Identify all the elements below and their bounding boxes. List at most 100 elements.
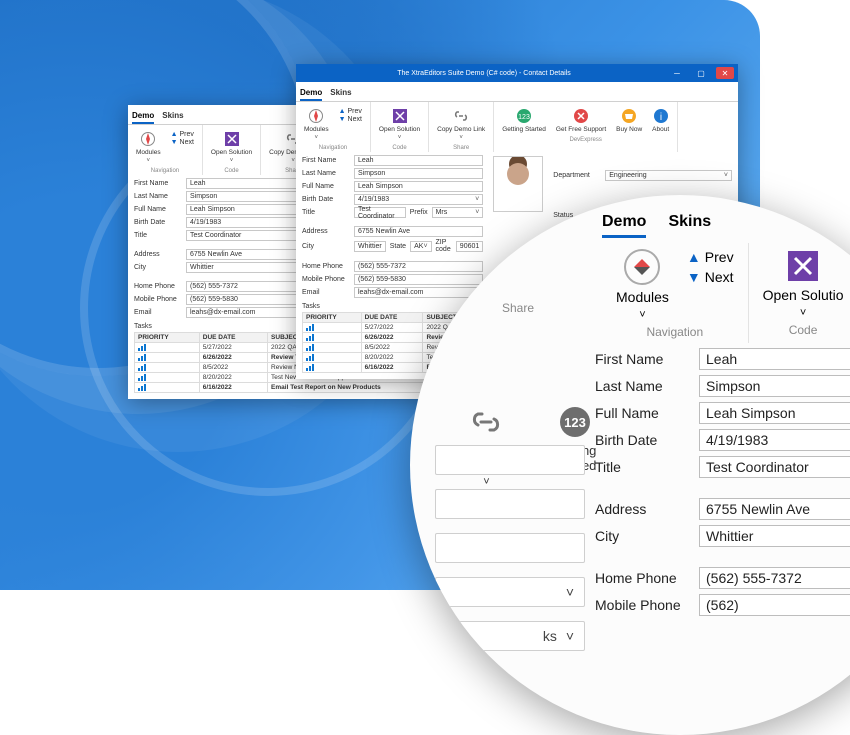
modules-button[interactable]: Modules˅ xyxy=(134,129,163,166)
birth-date-field[interactable]: 4/19/1983 xyxy=(354,194,483,205)
stub-dropdown[interactable]: ˅ xyxy=(435,577,585,607)
stub-dropdown[interactable]: ks ˅ xyxy=(435,621,585,651)
group-navigation: Navigation xyxy=(319,145,347,151)
zfield-home-phone[interactable]: (562) 555-7372 xyxy=(699,567,850,589)
vs-icon xyxy=(224,131,240,147)
zfield-mobile-phone[interactable]: (562) xyxy=(699,594,850,616)
label-address: Address xyxy=(134,251,182,258)
stub-field[interactable] xyxy=(435,445,585,475)
title-field[interactable]: Test Coordinator xyxy=(354,207,406,218)
tab-skins[interactable]: Skins xyxy=(330,86,351,101)
zfield-city[interactable]: Whittier xyxy=(699,525,850,547)
label-email: Email xyxy=(134,309,182,316)
label-zip: ZIP code xyxy=(436,239,452,253)
group-share: Share xyxy=(453,145,469,151)
zlabel-city: City xyxy=(595,528,691,544)
prefix-field[interactable]: Mrs xyxy=(432,207,484,218)
maximize-button[interactable]: ▢ xyxy=(692,67,710,79)
label-first-name: First Name xyxy=(134,180,182,187)
get-support-button[interactable]: Get Free Support xyxy=(554,106,608,135)
zoom-group-share: Share xyxy=(443,301,593,315)
group-devexpress: DevExpress xyxy=(570,137,602,143)
zfield-birth-date[interactable]: 4/19/1983 xyxy=(699,429,850,451)
zip-field[interactable]: 90601 xyxy=(456,241,483,252)
modules-button[interactable]: Modules˅ xyxy=(302,106,331,143)
label-first-name: First Name xyxy=(302,157,350,164)
buy-now-button[interactable]: Buy Now xyxy=(614,106,644,135)
contact-photo xyxy=(493,156,543,212)
open-solution-button[interactable]: Open Solution˅ xyxy=(377,106,422,143)
zlabel-mobile-phone: Mobile Phone xyxy=(595,597,691,613)
tab-demo[interactable]: Demo xyxy=(300,86,322,101)
label-mobile-phone: Mobile Phone xyxy=(302,276,350,283)
getting-started-icon: 123 xyxy=(558,405,592,439)
group-code: Code xyxy=(224,168,238,174)
stub-field[interactable] xyxy=(435,489,585,519)
zoom-nav-arrows[interactable]: ▲Prev ▼Next xyxy=(687,249,734,321)
getting-started-icon: 123 xyxy=(516,108,532,124)
label-prefix: Prefix xyxy=(410,209,428,216)
app-title: The XtraEditors Suite Demo (C# code) - C… xyxy=(300,70,668,77)
zoom-open-solution[interactable]: Open Solutio˅ xyxy=(763,249,844,319)
nav-prev-next[interactable]: ▲Prev ▼Next xyxy=(169,129,196,166)
zfield-title[interactable]: Test Coordinator xyxy=(699,456,850,478)
zoom-tab-demo[interactable]: Demo xyxy=(602,213,646,238)
compass-icon xyxy=(308,108,324,124)
support-icon xyxy=(573,108,589,124)
minimize-button[interactable]: ─ xyxy=(668,67,686,79)
svg-text:123: 123 xyxy=(565,415,587,430)
department-field[interactable]: Engineering xyxy=(605,170,732,181)
label-email: Email xyxy=(302,289,350,296)
open-solution-button[interactable]: Open Solution˅ xyxy=(209,129,254,166)
zoom-modules-button[interactable]: Modules˅ xyxy=(616,249,669,321)
label-home-phone: Home Phone xyxy=(302,263,350,270)
zlabel-last-name: Last Name xyxy=(595,378,691,394)
svg-text:i: i xyxy=(660,112,662,123)
zlabel-first-name: First Name xyxy=(595,351,691,367)
zoom-tab-skins[interactable]: Skins xyxy=(668,213,711,238)
getting-started-button[interactable]: 123Getting Started xyxy=(500,106,548,135)
label-title: Title xyxy=(134,232,182,239)
zlabel-full-name: Full Name xyxy=(595,405,691,421)
compass-icon xyxy=(624,249,660,285)
cart-icon xyxy=(621,108,637,124)
about-button[interactable]: iAbout xyxy=(650,106,671,135)
link-icon xyxy=(453,108,469,124)
tab-skins[interactable]: Skins xyxy=(162,109,183,124)
last-name-field[interactable]: Simpson xyxy=(354,168,483,179)
label-home-phone: Home Phone xyxy=(134,283,182,290)
zlabel-birth-date: Birth Date xyxy=(595,432,691,448)
city-field[interactable]: Whittier xyxy=(354,241,386,252)
link-icon xyxy=(469,405,503,439)
close-button[interactable]: ✕ xyxy=(716,67,734,79)
zlabel-address: Address xyxy=(595,501,691,517)
state-field[interactable]: AK xyxy=(410,241,431,252)
address-field[interactable]: 6755 Newlin Ave xyxy=(354,226,483,237)
nav-prev-next[interactable]: ▲Prev ▼Next xyxy=(337,106,364,143)
tab-demo[interactable]: Demo xyxy=(132,109,154,124)
mobile-phone-field[interactable]: (562) 559-5830 xyxy=(354,274,483,285)
first-name-field[interactable]: Leah xyxy=(354,155,483,166)
full-name-field[interactable]: Leah Simpson xyxy=(354,181,483,192)
label-mobile-phone: Mobile Phone xyxy=(134,296,182,303)
zoom-group-navigation: Navigation xyxy=(616,325,734,339)
stub-field[interactable] xyxy=(435,533,585,563)
info-icon: i xyxy=(653,108,669,124)
zoom-form: First Name Leah Last Name Simpson Full N… xyxy=(595,348,850,616)
zoom-group-code: Code xyxy=(763,323,844,337)
label-full-name: Full Name xyxy=(134,206,182,213)
compass-icon xyxy=(140,131,156,147)
label-city: City xyxy=(134,264,182,271)
group-code: Code xyxy=(392,145,406,151)
zfield-first-name[interactable]: Leah xyxy=(699,348,850,370)
zfield-full-name[interactable]: Leah Simpson xyxy=(699,402,850,424)
home-phone-field[interactable]: (562) 555-7372 xyxy=(354,261,483,272)
zfield-last-name[interactable]: Simpson xyxy=(699,375,850,397)
zoom-field-stubs: ˅ ks ˅ xyxy=(435,445,585,651)
group-navigation: Navigation xyxy=(151,168,179,174)
titlebar[interactable]: The XtraEditors Suite Demo (C# code) - C… xyxy=(296,64,738,82)
zfield-address[interactable]: 6755 Newlin Ave xyxy=(699,498,850,520)
label-birth-date: Birth Date xyxy=(302,196,350,203)
label-address: Address xyxy=(302,228,350,235)
copy-demo-link-button[interactable]: Copy Demo Link˅ xyxy=(435,106,487,143)
